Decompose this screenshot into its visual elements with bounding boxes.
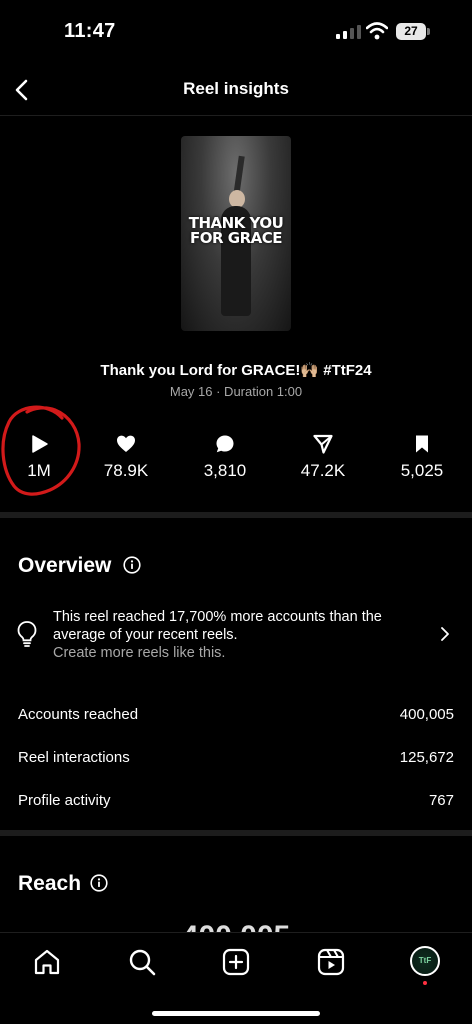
wifi-icon: [366, 22, 388, 40]
nav-header: Reel insights: [0, 64, 472, 116]
reach-insight-card[interactable]: This reel reached 17,700% more accounts …: [0, 604, 472, 664]
overview-title: Overview: [18, 554, 112, 577]
plays-stat[interactable]: 1M: [0, 434, 84, 481]
metric-label: Reel interactions: [18, 749, 130, 766]
home-indicator: [152, 1011, 320, 1016]
create-icon[interactable]: [221, 947, 251, 977]
home-icon[interactable]: [32, 947, 62, 977]
info-icon[interactable]: [123, 556, 141, 574]
metric-label: Accounts reached: [18, 706, 139, 723]
lightbulb-icon: [17, 621, 37, 647]
metric-label: Profile activity: [18, 792, 111, 809]
shares-stat[interactable]: 47.2K: [278, 434, 368, 481]
thumbnail-overlay-text: THANK YOU FOR GRACE: [188, 214, 284, 247]
metric-value: 400,005: [399, 706, 454, 723]
insight-text: This reel reached 17,700% more accounts …: [53, 608, 423, 662]
comments-value: 3,810: [203, 461, 247, 480]
heart-icon: [117, 435, 135, 452]
shares-value: 47.2K: [300, 461, 346, 480]
notification-dot: [423, 981, 427, 985]
reach-title: Reach: [18, 872, 82, 895]
status-time: 11:47: [64, 20, 116, 42]
likes-stat[interactable]: 78.9K: [81, 434, 171, 481]
reel-caption: Thank you Lord for GRACE!🙌🏼 #TtF24: [100, 362, 372, 379]
save-icon: [416, 435, 428, 453]
info-icon[interactable]: [90, 874, 108, 892]
status-bar: 11:47 27: [0, 0, 472, 62]
reels-icon[interactable]: [316, 947, 346, 977]
comments-stat[interactable]: 3,810: [180, 434, 270, 481]
page-title: Reel insights: [183, 79, 289, 98]
search-icon[interactable]: [127, 947, 157, 977]
share-icon: [313, 434, 333, 454]
battery-icon: 27: [396, 23, 430, 40]
battery-level: 27: [396, 23, 426, 40]
metric-value: 125,672: [399, 749, 454, 766]
section-divider: [0, 830, 472, 836]
comment-icon: [216, 435, 234, 453]
engagement-stats: 1M 78.9K 3,810 47.2K 5,025: [0, 434, 472, 484]
chevron-right-icon: [441, 627, 449, 641]
reel-meta: May 16 · Duration 1:00: [169, 384, 303, 399]
section-divider: [0, 512, 472, 518]
profile-avatar[interactable]: TtF: [410, 946, 440, 976]
saves-value: 5,025: [400, 461, 444, 480]
play-icon: [32, 435, 48, 453]
metric-value: 767: [428, 792, 454, 809]
cellular-signal-icon: [336, 25, 361, 39]
create-more-reels-link[interactable]: Create more reels like this.: [53, 644, 423, 662]
plays-value: 1M: [27, 461, 51, 480]
reel-thumbnail[interactable]: THANK YOU FOR GRACE: [181, 136, 291, 331]
saves-stat[interactable]: 5,025: [377, 434, 467, 481]
likes-value: 78.9K: [103, 461, 149, 480]
